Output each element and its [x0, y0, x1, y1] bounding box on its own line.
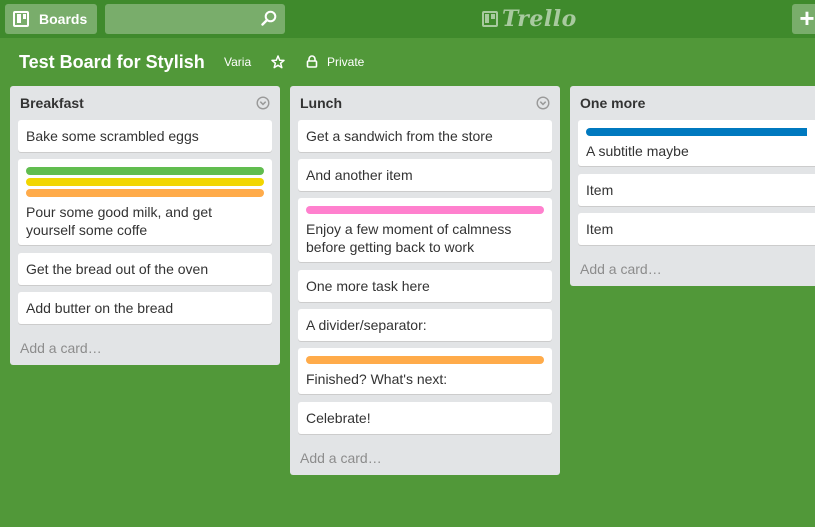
card-text: Bake some scrambled eggs	[26, 128, 199, 144]
search-box[interactable]	[105, 4, 285, 34]
trello-logo[interactable]: Trello	[482, 5, 577, 33]
card[interactable]: Celebrate!	[298, 402, 552, 434]
add-button[interactable]: +	[792, 4, 815, 34]
card[interactable]: Pour some good milk, and get yourself so…	[18, 159, 272, 245]
add-card-link[interactable]: Add a card…	[300, 450, 382, 466]
lock-icon	[306, 55, 318, 68]
card-text: One more task here	[306, 278, 430, 294]
list-title[interactable]: One more	[580, 95, 645, 111]
star-icon[interactable]	[271, 55, 285, 69]
board-team[interactable]: Varia	[224, 55, 251, 69]
card-label	[26, 189, 264, 197]
card-text: Celebrate!	[306, 410, 371, 426]
list-title[interactable]: Lunch	[300, 95, 342, 111]
card[interactable]: And another item	[298, 159, 552, 191]
card[interactable]: Get the bread out of the oven	[18, 253, 272, 285]
card[interactable]: Item	[578, 174, 815, 206]
card-text: Item	[586, 221, 614, 237]
card[interactable]: Enjoy a few moment of calmness before ge…	[298, 198, 552, 262]
card[interactable]: Add butter on the bread	[18, 292, 272, 324]
list-title[interactable]: Breakfast	[20, 95, 84, 111]
card[interactable]: A divider/separator:	[298, 309, 552, 341]
list-breakfast: Breakfast Bake some scrambled eggs Pour …	[10, 86, 280, 365]
top-header: Boards Trello +	[0, 0, 815, 38]
boards-label: Boards	[39, 11, 88, 27]
add-card-link[interactable]: Add a card…	[580, 261, 662, 277]
card-text: Add butter on the bread	[26, 300, 174, 316]
card-text: Get a sandwich from the store	[306, 128, 493, 144]
card-text: Item	[586, 182, 614, 198]
list-one-more: One more A subtitle maybe Item Item Add …	[570, 86, 815, 286]
trello-logo-icon	[482, 11, 498, 27]
board-visibility[interactable]: Private	[327, 55, 364, 69]
card-text: Get the bread out of the oven	[26, 261, 209, 277]
card-label	[306, 206, 544, 214]
add-card-link[interactable]: Add a card…	[20, 340, 102, 356]
card-label	[26, 178, 264, 186]
search-input[interactable]	[105, 4, 255, 34]
list-menu-icon[interactable]	[536, 96, 550, 110]
card-label	[306, 356, 544, 364]
card-text: Enjoy a few moment of calmness before ge…	[306, 221, 512, 255]
card[interactable]: Get a sandwich from the store	[298, 120, 552, 152]
card-text: Pour some good milk, and get yourself so…	[26, 204, 212, 238]
card-label	[26, 167, 264, 175]
card[interactable]: Item	[578, 213, 815, 245]
boards-icon	[13, 11, 29, 27]
card[interactable]: One more task here	[298, 270, 552, 302]
board-title[interactable]: Test Board for Stylish	[19, 52, 205, 73]
card-text: Finished? What's next:	[306, 371, 448, 387]
card-text: And another item	[306, 167, 413, 183]
list-lunch: Lunch Get a sandwich from the store And …	[290, 86, 560, 475]
list-menu-icon[interactable]	[256, 96, 270, 110]
card[interactable]: Bake some scrambled eggs	[18, 120, 272, 152]
search-icon[interactable]	[261, 10, 277, 26]
card-text: A subtitle maybe	[586, 143, 689, 159]
card-text: A divider/separator:	[306, 317, 427, 333]
logo-text: Trello	[502, 6, 577, 32]
card[interactable]: A subtitle maybe	[578, 120, 815, 166]
boards-button[interactable]: Boards	[5, 4, 97, 34]
card[interactable]: Finished? What's next:	[298, 348, 552, 394]
card-label	[586, 128, 807, 136]
